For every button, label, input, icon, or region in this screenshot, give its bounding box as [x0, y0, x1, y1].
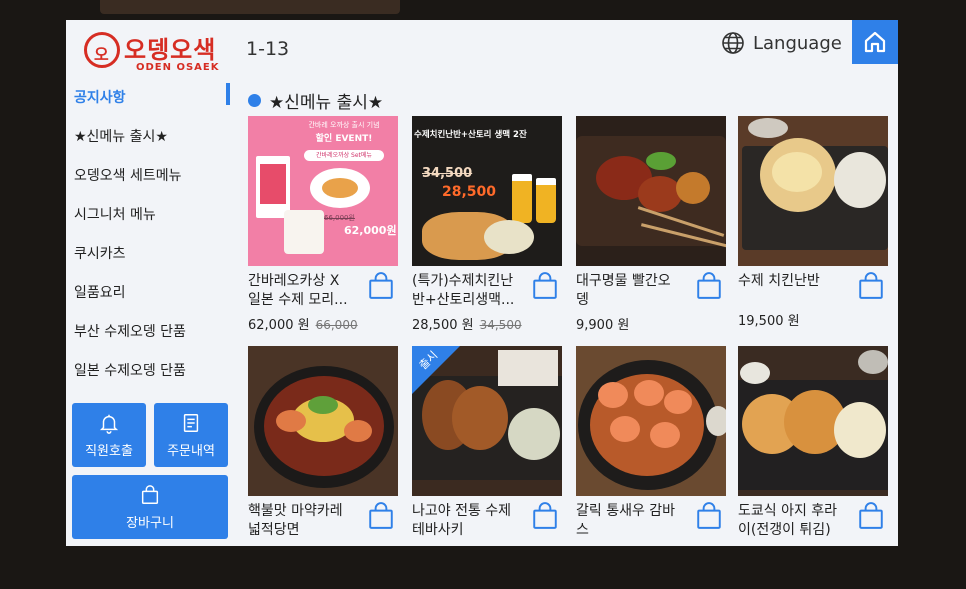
menu-card[interactable]: 간바레 오까상 출시 기념 할인 EVENT! 간바레오까상 Set메뉴 66,… [248, 116, 398, 333]
poster-old-price: 34,500 [422, 166, 473, 181]
menu-name: 수제 치킨난반 [738, 273, 820, 289]
section-title-text: ★신메뉴 출시★ [269, 93, 384, 113]
menu-image-chicken-nanban [738, 116, 888, 266]
staff-call-button[interactable]: 직원호출 [72, 403, 146, 467]
beer-glass [512, 174, 532, 223]
language-label: Language [753, 32, 842, 54]
menu-card[interactable]: 대구명물 빨간오 뎅 9,900 원 [576, 116, 726, 333]
sidebar-item-new-menu[interactable]: ★신메뉴 출시★ [74, 126, 168, 146]
receipt-icon [183, 413, 199, 432]
menu-card[interactable]: 핵불맛 마약카레 넓적당면 [248, 346, 398, 538]
menu-image-red-oden [576, 116, 726, 266]
menu-image-curry-noodle [248, 346, 398, 496]
staff-call-label: 직원호출 [85, 443, 133, 459]
menu-price: 28,500 원 34,500 [412, 318, 522, 333]
menu-old-price: 34,500 [479, 318, 522, 332]
table-number: 1-13 [246, 38, 290, 60]
sidebar-item-signature[interactable]: 시그니처 메뉴 [74, 204, 156, 224]
menu-old-price: 66,000 [315, 318, 358, 332]
menu-price: 9,900 원 [576, 318, 630, 333]
add-to-cart-icon[interactable] [858, 272, 884, 300]
brand-name: 오뎅오색 [124, 36, 217, 64]
menu-name: 대구명물 빨간오 뎅 [576, 273, 671, 308]
sidebar-item-busan-oden[interactable]: 부산 수제오뎅 단품 [74, 321, 186, 341]
globe-icon [722, 32, 744, 54]
menu-card[interactable]: 수제치킨난반+산토리 생맥 2잔 34,500 28,500 (특가)수제치킨난… [412, 116, 562, 333]
poster-can [256, 156, 290, 218]
cart-label: 장바구니 [126, 515, 174, 531]
menu-image-aji-fry [738, 346, 888, 496]
menu-card[interactable]: 도쿄식 아지 후라 이(전갱이 튀김) [738, 346, 888, 538]
menu-image-poster: 수제치킨난반+산토리 생맥 2잔 34,500 28,500 [412, 116, 562, 266]
menu-name: (특가)수제치킨난 반+산토리생맥... [412, 273, 515, 308]
menu-image-tebasaki: 출시 [412, 346, 562, 496]
add-to-cart-icon[interactable] [696, 272, 722, 300]
add-to-cart-icon[interactable] [368, 502, 394, 530]
menu-image-gambas [576, 346, 726, 496]
menu-price: 62,000 원 66,000 [248, 318, 358, 333]
beer-glass [536, 178, 556, 223]
brand-subtitle: ODEN OSAEK [136, 62, 220, 73]
menu-name: 갈릭 통새우 감바 스 [576, 503, 676, 538]
menu-card[interactable]: 출시 나고야 전통 수제 테바사키 [412, 346, 562, 538]
sidebar-item-kushikatsu[interactable]: 쿠시카츠 [74, 243, 126, 263]
order-history-button[interactable]: 주문내역 [154, 403, 228, 467]
section-dot-icon [248, 94, 261, 107]
menu-card[interactable]: 수제 치킨난반 19,500 원 [738, 116, 888, 329]
language-button[interactable]: Language [721, 30, 842, 56]
bell-icon [99, 414, 119, 434]
menu-name: 핵불맛 마약카레 넓적당면 [248, 503, 343, 538]
sidebar-item-single-dish[interactable]: 일품요리 [74, 282, 126, 302]
add-to-cart-icon[interactable] [696, 502, 722, 530]
poster-new-price: 62,000원 [344, 224, 397, 237]
cart-button[interactable]: 장바구니 [72, 475, 228, 539]
section-title: ★신메뉴 출시★ [248, 88, 383, 113]
device-bezel-top [100, 0, 400, 14]
add-to-cart-icon[interactable] [858, 502, 884, 530]
active-indicator [226, 83, 230, 105]
poster-line1: 간바레 오까상 출시 기념 [308, 121, 380, 129]
menu-price: 19,500 원 [738, 314, 800, 329]
sidebar-item-notice[interactable]: 공지사항 [74, 87, 126, 107]
menu-name: 간바레오카상 X 일본 수제 모리... [248, 273, 348, 308]
order-history-label: 주문내역 [167, 443, 215, 459]
shopping-bag-icon [141, 484, 159, 504]
brand-logo: 오 오뎅오색 ODEN OSAEK [84, 30, 234, 80]
menu-name: 도쿄식 아지 후라 이(전갱이 튀김) [738, 503, 838, 538]
poster-title: 수제치킨난반+산토리 생맥 2잔 [414, 130, 527, 140]
poster-line3: 간바레오까상 Set메뉴 [304, 150, 384, 161]
home-icon [864, 31, 886, 53]
menu-card[interactable]: 갈릭 통새우 감바 스 [576, 346, 726, 538]
logo-mark: 오 [84, 32, 120, 68]
sidebar-item-set-menu[interactable]: 오뎅오색 세트메뉴 [74, 165, 182, 185]
poster-bag [284, 210, 324, 254]
menu-image-poster: 간바레 오까상 출시 기념 할인 EVENT! 간바레오까상 Set메뉴 66,… [248, 116, 398, 266]
poster-plate [310, 168, 370, 208]
menu-name: 나고야 전통 수제 테바사키 [412, 503, 512, 538]
poster-line2: 할인 EVENT! [315, 134, 373, 144]
poster-new-price: 28,500 [442, 184, 497, 200]
kiosk-screen: 오 오뎅오색 ODEN OSAEK 1-13 Language 공지사항 ★신메… [66, 20, 898, 546]
add-to-cart-icon[interactable] [532, 272, 558, 300]
sidebar-item-japan-oden[interactable]: 일본 수제오뎅 단품 [74, 360, 186, 380]
home-button[interactable] [852, 20, 898, 64]
add-to-cart-icon[interactable] [368, 272, 394, 300]
cabbage [484, 220, 534, 254]
add-to-cart-icon[interactable] [532, 502, 558, 530]
